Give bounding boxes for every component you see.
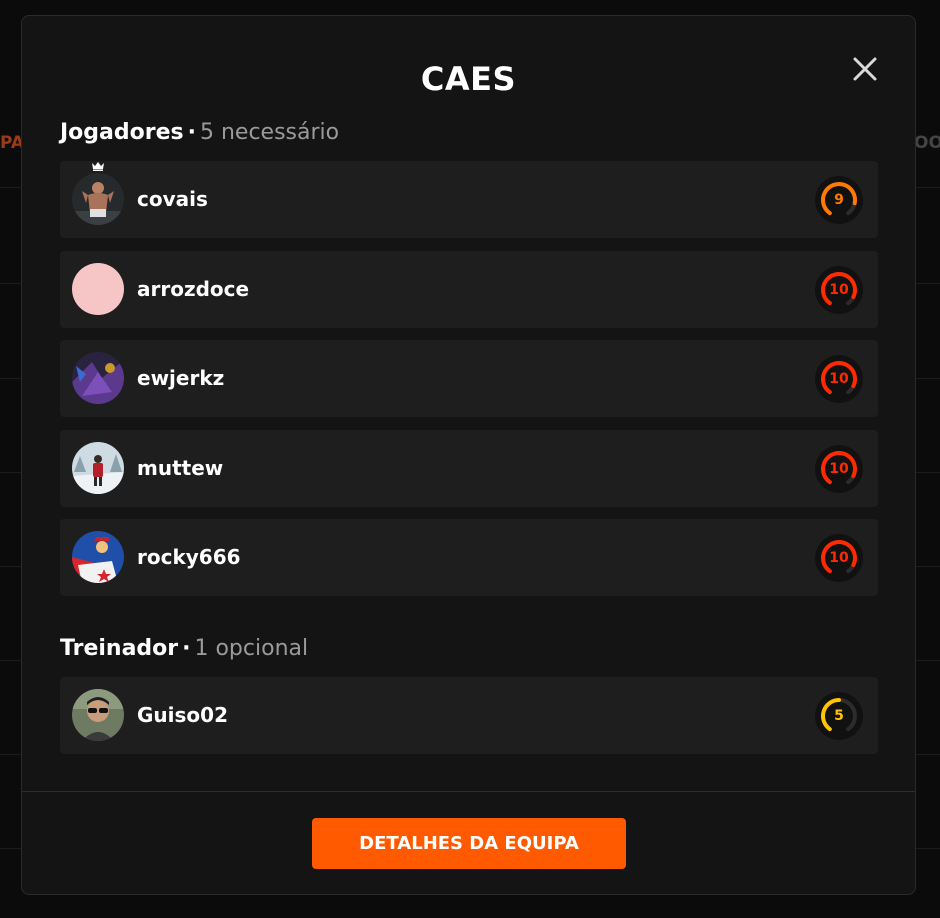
skill-level-badge: 10 — [814, 354, 864, 404]
player-row[interactable]: rocky666 10 — [60, 519, 878, 596]
skill-level-badge: 10 — [814, 265, 864, 315]
avatar[interactable] — [72, 531, 124, 583]
section-separator: · — [187, 120, 196, 145]
coach-row[interactable]: Guiso02 5 — [60, 677, 878, 754]
skill-level-number: 10 — [829, 550, 849, 566]
close-button[interactable] — [848, 52, 882, 86]
team-modal: CAES Jogadores · 5 necessário covais 9 a… — [21, 15, 916, 895]
player-name[interactable]: covais — [137, 187, 208, 211]
skill-level-number: 5 — [834, 708, 844, 724]
captain-crown-icon — [92, 162, 104, 171]
skill-level-number: 9 — [834, 192, 844, 208]
player-name[interactable]: ewjerkz — [137, 366, 224, 390]
avatar[interactable] — [72, 352, 124, 404]
close-icon — [853, 57, 877, 81]
team-details-button[interactable]: DETALHES DA EQUIPA — [312, 818, 626, 869]
skill-level-number: 10 — [829, 282, 849, 298]
avatar[interactable] — [72, 263, 124, 315]
avatar[interactable] — [72, 442, 124, 494]
section-requirement: 1 opcional — [194, 636, 309, 661]
player-row[interactable]: muttew 10 — [60, 430, 878, 507]
player-row[interactable]: arrozdoce 10 — [60, 251, 878, 328]
coach-name[interactable]: Guiso02 — [137, 703, 228, 727]
player-name[interactable]: rocky666 — [137, 545, 241, 569]
section-title: Treinador — [60, 636, 179, 661]
avatar[interactable] — [72, 689, 124, 741]
section-separator: · — [182, 636, 191, 661]
coach-section-header: Treinador · 1 opcional — [60, 636, 308, 661]
player-name[interactable]: arrozdoce — [137, 277, 249, 301]
skill-level-badge: 10 — [814, 533, 864, 583]
player-name[interactable]: muttew — [137, 456, 223, 480]
skill-level-number: 10 — [829, 371, 849, 387]
skill-level-number: 10 — [829, 461, 849, 477]
background-column-header: OO — [914, 133, 940, 153]
section-title: Jogadores — [60, 120, 184, 145]
players-section-header: Jogadores · 5 necessário — [60, 120, 339, 145]
avatar[interactable] — [72, 173, 124, 225]
section-requirement: 5 necessário — [199, 120, 340, 145]
player-row[interactable]: ewjerkz 10 — [60, 340, 878, 417]
skill-level-badge: 5 — [814, 691, 864, 741]
footer-divider — [22, 791, 915, 792]
modal-title: CAES — [420, 60, 517, 98]
skill-level-badge: 9 — [814, 175, 864, 225]
player-row[interactable]: covais 9 — [60, 161, 878, 238]
skill-level-badge: 10 — [814, 444, 864, 494]
